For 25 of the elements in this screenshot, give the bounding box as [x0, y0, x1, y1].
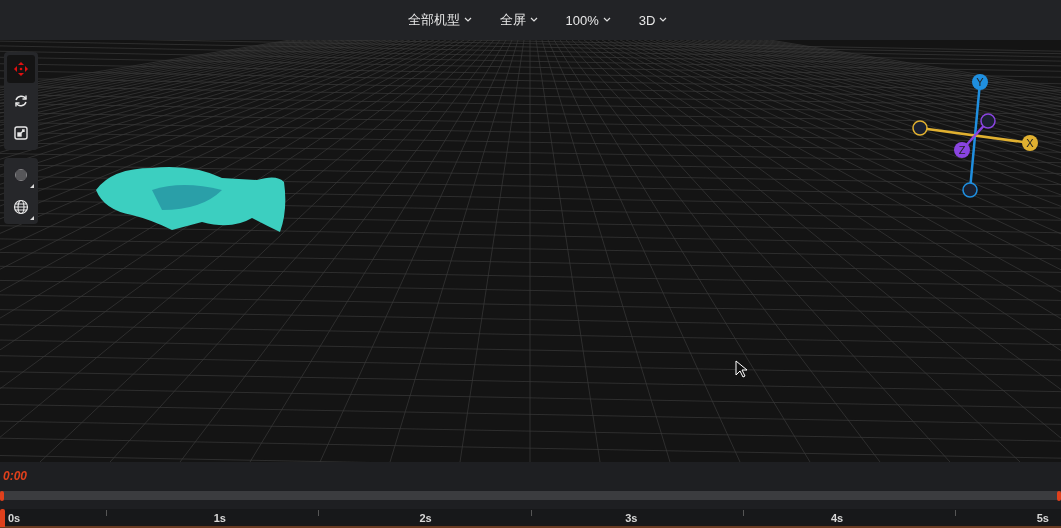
time-tick-label: 2s	[419, 511, 432, 524]
time-tick-label: 1s	[213, 511, 226, 524]
rotate-icon	[13, 93, 29, 109]
time-tick-label: 5s	[1036, 511, 1049, 524]
chevron-down-icon	[529, 17, 538, 23]
time-tick-label: 3s	[625, 511, 638, 524]
dropdown-menu[interactable]: 3D	[638, 10, 668, 30]
chevron-down-icon	[463, 17, 472, 23]
dropdown-menu[interactable]: 全屏	[499, 9, 538, 31]
chevron-down-icon	[659, 17, 668, 23]
mouse-cursor-icon	[735, 360, 747, 378]
playhead[interactable]	[0, 509, 5, 528]
time-tick-label: 0s	[8, 511, 21, 524]
dropdown-menu[interactable]: 全部机型	[407, 9, 472, 31]
time-tick-label: 4s	[831, 511, 844, 524]
axis-gizmo-drawing: Y X Z	[905, 70, 1045, 210]
end-handle[interactable]	[1057, 491, 1061, 501]
current-time: 0:00	[3, 469, 28, 483]
chevron-down-icon	[602, 17, 611, 23]
timeline-track[interactable]	[0, 491, 1061, 501]
globe-icon	[13, 199, 29, 215]
move-arrows-icon	[13, 61, 29, 77]
scale-icon	[13, 125, 29, 141]
dropdown-menu[interactable]: 100%	[565, 10, 611, 30]
scrubber-handle[interactable]	[0, 491, 4, 501]
